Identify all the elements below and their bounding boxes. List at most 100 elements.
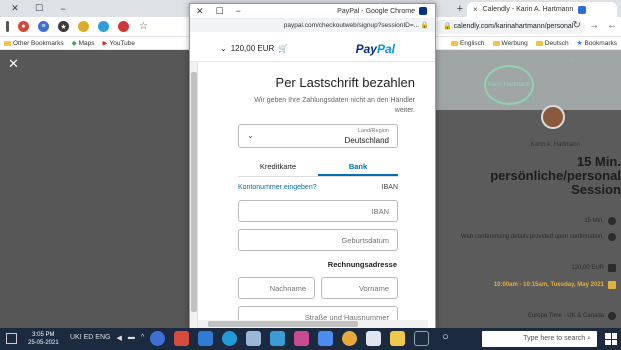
tab-close-icon[interactable]: × (473, 5, 478, 14)
arrow-right-icon[interactable]: → (566, 53, 576, 64)
iban-input[interactable] (238, 200, 398, 222)
folder-icon (4, 40, 11, 46)
taskbar-apps: ○ (150, 331, 453, 346)
popup-address-bar: paypal.com/checkoutweb/signup?sessionID=… (190, 19, 435, 32)
notification-icon[interactable] (6, 333, 17, 344)
billing-address-label: Rechnungsadresse (327, 260, 397, 269)
extension-star-icon[interactable]: ★ (58, 21, 69, 32)
paypal-header: ⌄ 120,00 EUR 🛒 PayPal (190, 32, 435, 62)
bookmarks-star-icon: ★ (576, 40, 583, 47)
form-subtitle: Wir geben Ihre Zahlungsdaten nicht an de… (254, 97, 415, 114)
calendly-page: → Karin Hartmann Karin A. Hartmann 15 Mi… (436, 50, 621, 328)
folder-icon (492, 40, 500, 46)
new-tab-button[interactable]: + (457, 3, 463, 15)
restore-window-icon[interactable]: ☐ (32, 2, 46, 16)
calendar-icon (608, 281, 616, 289)
bookmark-item[interactable]: Englisch (447, 40, 489, 47)
window-controls: ✕ ☐ − (8, 2, 70, 16)
form-heading: Per Lastschrift bezahlen (275, 75, 415, 90)
minimize-window-icon[interactable]: − (56, 2, 70, 16)
chevron-up-icon[interactable]: ^ (141, 334, 144, 342)
address-bar[interactable]: 🔒 calendly.com/karinahartmann/personal (435, 20, 585, 34)
event-location: Web conferencing details provided upon c… (456, 233, 616, 241)
popup-title-bar: ✕ ☐ − PayPal - Google Chrome (190, 4, 435, 19)
popup-close-icon[interactable]: ✕ (196, 6, 204, 17)
paypal-popup-window: ✕ ☐ − PayPal - Google Chrome paypal.com/… (189, 3, 436, 330)
host-logo: Karin Hartmann (484, 65, 534, 105)
cart-amount[interactable]: ⌄ 120,00 EUR 🛒 (220, 44, 288, 53)
payment-tabs: Kreditkarte Bank (238, 159, 398, 177)
back-icon[interactable]: ← (607, 20, 617, 31)
popup-minimize-icon[interactable]: − (236, 6, 241, 17)
extension-list-icon[interactable]: ≡ (38, 21, 49, 32)
video-icon (608, 233, 616, 241)
task-view-icon[interactable] (414, 331, 429, 346)
menu-dots-icon[interactable] (6, 21, 9, 32)
profile-avatar-icon[interactable]: ● (18, 21, 29, 32)
scroll-thumb[interactable] (191, 72, 197, 312)
forward-icon[interactable]: → (589, 20, 599, 31)
taskbar-search[interactable]: Type here to search ⌕ (482, 331, 597, 347)
tab-calendly[interactable]: × Calendly - Karin A. Hartmann (467, 2, 617, 17)
bookmark-item[interactable]: ◆ Maps (68, 39, 99, 48)
app-chrome-icon[interactable] (342, 331, 357, 346)
extension-icons: ● ≡ ★ ☆ (6, 21, 149, 32)
event-datetime: 10:00am - 10:15am, Tuesday, May 2021 (456, 281, 616, 289)
search-icon: ⌕ (587, 335, 591, 342)
hscroll-thumb[interactable] (208, 321, 358, 327)
cortana-icon[interactable]: ○ (438, 331, 453, 346)
firstname-input[interactable] (321, 277, 398, 299)
vertical-scrollbar[interactable] (190, 62, 198, 328)
start-button[interactable] (605, 333, 617, 345)
bookmark-item[interactable]: Other Bookmarks (0, 40, 68, 47)
bookmark-item[interactable]: ▶ YouTube (98, 39, 139, 48)
bookmark-star-icon[interactable]: ☆ (138, 21, 149, 32)
country-select[interactable]: ⌄ Land/Region Deutschland (238, 124, 398, 148)
globe-icon (608, 312, 616, 320)
app-photos-icon[interactable] (246, 331, 261, 346)
country-value: Deutschland (344, 136, 389, 145)
lock-icon: 🔒 (443, 23, 452, 30)
reload-icon[interactable]: ↻ (573, 20, 581, 31)
tab-bank[interactable]: Bank (318, 159, 398, 176)
address-text: calendly.com/karinahartmann/personal (453, 23, 574, 30)
bookmark-item[interactable]: Deutsch (532, 40, 573, 47)
account-number-link[interactable]: Kontonummer eingeben? (238, 184, 317, 191)
lastname-input[interactable] (238, 277, 315, 299)
chevron-down-icon: ⌄ (247, 131, 254, 140)
close-window-icon[interactable]: ✕ (8, 2, 22, 16)
maps-icon: ◆ (71, 40, 77, 47)
folder-icon (450, 40, 458, 46)
paypal-logo: PayPal (355, 42, 395, 56)
bookmark-item[interactable]: Werbung (489, 40, 532, 47)
app-word-icon[interactable] (198, 331, 213, 346)
app-files-icon[interactable] (366, 331, 381, 346)
chevron-down-icon: ⌄ (220, 44, 227, 53)
app-store-icon[interactable] (270, 331, 285, 346)
event-title: 15 Min. persönliche/personal Session (490, 154, 621, 197)
app-skype-icon[interactable] (222, 331, 237, 346)
extension-red-icon[interactable] (118, 21, 129, 32)
app-browser-icon[interactable] (150, 331, 165, 346)
app-red-icon[interactable] (174, 331, 189, 346)
extension-yellow-icon[interactable] (78, 21, 89, 32)
host-name: Karin A. Hartmann (531, 142, 581, 148)
paypal-favicon-icon (419, 7, 427, 15)
horizontal-scrollbar[interactable] (198, 320, 428, 328)
tab-title: Calendly - Karin A. Hartmann (482, 6, 574, 13)
iban-row: Kontonummer eingeben? IBAN (238, 184, 398, 196)
system-tray[interactable]: UKI ED ENG ◀ ▬ ^ (70, 334, 144, 342)
tab-creditcard[interactable]: Kreditkarte (238, 159, 318, 176)
clock[interactable]: 3:05 PM 25-05-2021 (28, 331, 59, 347)
popup-restore-icon[interactable]: ☐ (216, 6, 224, 17)
volume-icon[interactable]: ◀ (116, 334, 121, 342)
bookmark-item[interactable]: ★ Bookmarks (573, 39, 621, 48)
app-mail-icon[interactable] (318, 331, 333, 346)
network-icon[interactable]: ▬ (128, 334, 135, 342)
price-icon (608, 264, 616, 272)
overlay-close-icon[interactable]: ✕ (8, 56, 19, 72)
extension-blue-icon[interactable] (98, 21, 109, 32)
birthdate-input[interactable] (238, 229, 398, 251)
app-explorer-icon[interactable] (390, 331, 405, 346)
app-pink-icon[interactable] (294, 331, 309, 346)
